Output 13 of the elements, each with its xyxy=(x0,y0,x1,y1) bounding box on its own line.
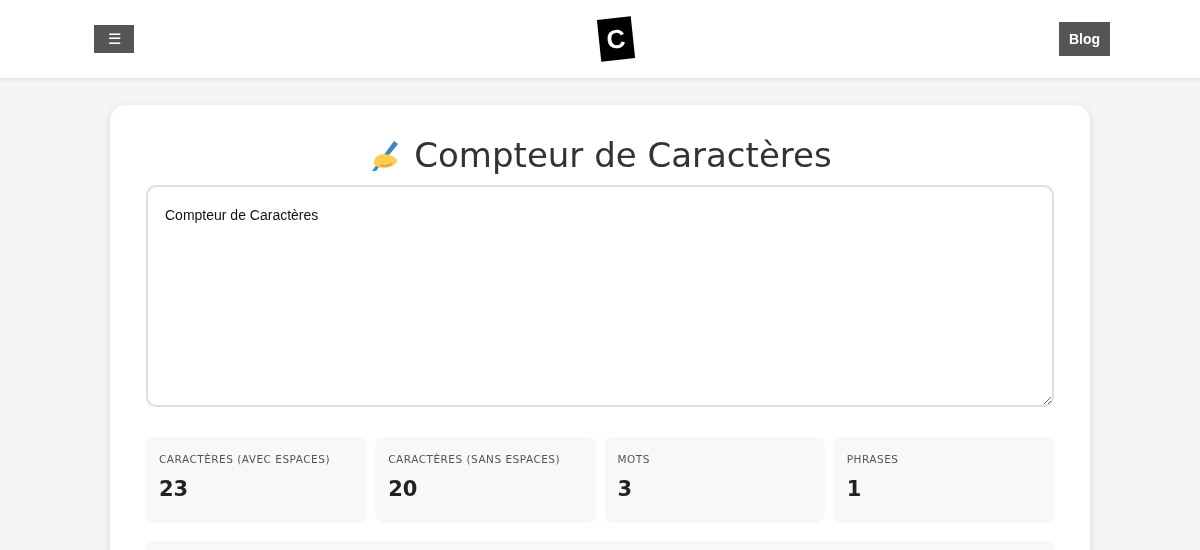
stat-label: CARACTÈRES (AVEC ESPACES) xyxy=(159,453,331,465)
stat-label: MOTS xyxy=(617,453,651,465)
blog-button[interactable]: Blog xyxy=(1058,22,1110,56)
menu-button[interactable]: ☰ xyxy=(94,25,134,53)
stat-label: PHRASES xyxy=(846,453,900,465)
stat-value: 20 xyxy=(388,477,419,501)
stat-value: 3 xyxy=(617,477,634,501)
text-input-field[interactable]: Compteur de Caractères xyxy=(146,185,1054,407)
stat-value: 1 xyxy=(846,477,863,501)
logo[interactable]: C xyxy=(597,16,636,62)
stat-label: CARACTÈRES (SANS ESPACES) xyxy=(388,453,562,465)
stat-value: 23 xyxy=(159,477,190,501)
page-title: Compteur de Caractères xyxy=(414,135,832,175)
